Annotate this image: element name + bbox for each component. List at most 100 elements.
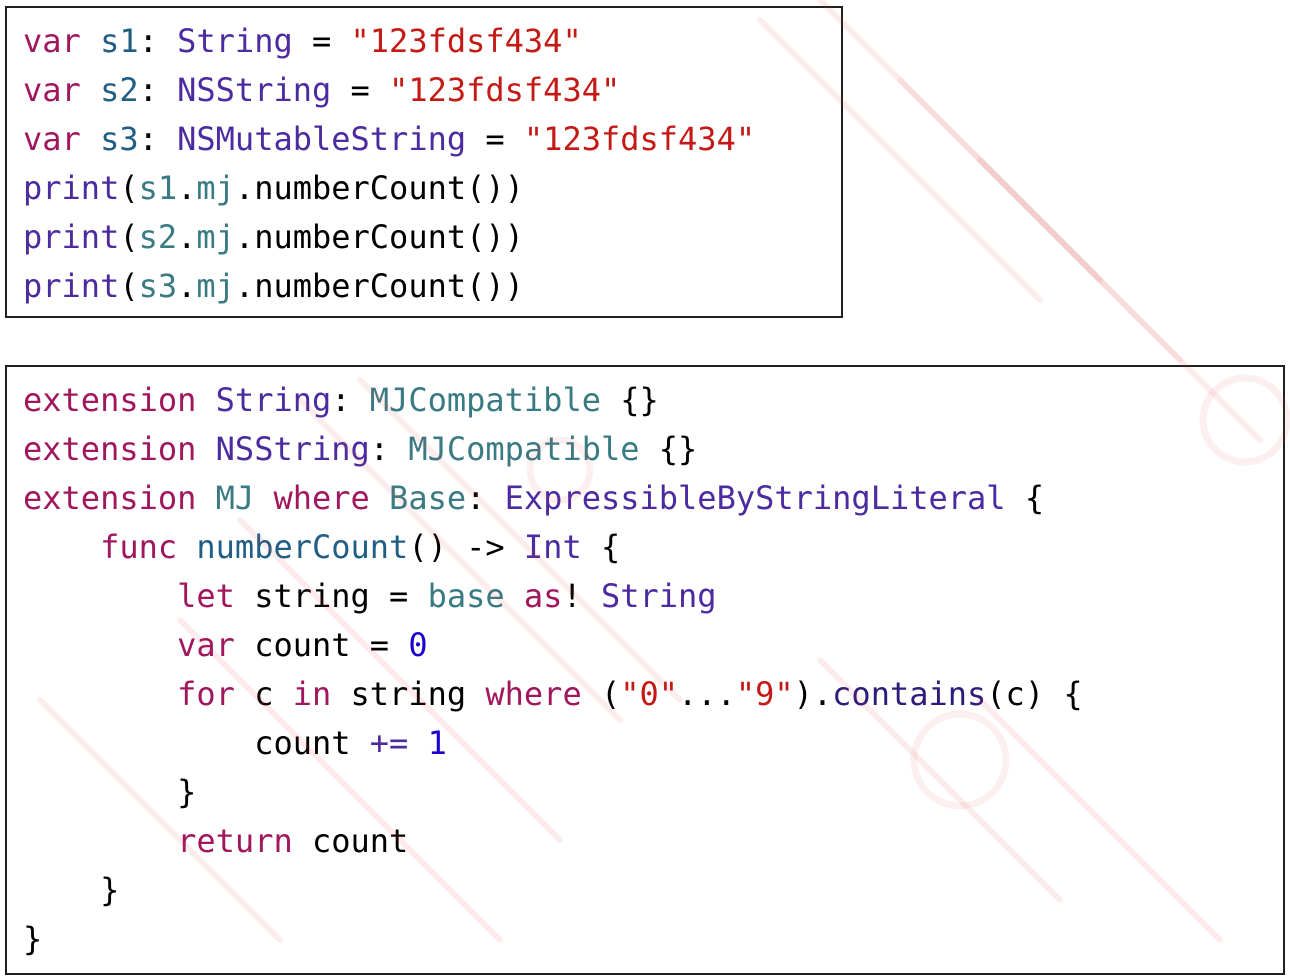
code-token: += xyxy=(369,724,409,762)
code-token: . xyxy=(177,169,197,207)
code-token: . xyxy=(177,267,197,305)
code-token: : xyxy=(331,381,370,419)
code-token: { xyxy=(581,528,621,566)
code-token: c xyxy=(234,675,293,713)
code-token: mj xyxy=(196,267,235,305)
code-token: : xyxy=(466,479,505,517)
code-token: String xyxy=(177,22,293,60)
code-line: count += 1 xyxy=(23,719,447,768)
code-token: ( xyxy=(119,218,139,256)
code-token: {} xyxy=(600,381,659,419)
code-token: . xyxy=(234,267,255,305)
code-token: print xyxy=(23,169,120,207)
code-token: count xyxy=(23,724,370,762)
code-snippet-extension: extension String: MJCompatible {} extensi… xyxy=(5,365,1285,975)
code-token: MJCompatible xyxy=(408,430,640,468)
code-token: } xyxy=(23,920,43,958)
code-token: numberCount xyxy=(254,218,467,256)
code-token: { xyxy=(1005,479,1045,517)
code-token: "123fdsf434" xyxy=(350,22,582,60)
code-token: numberCount xyxy=(254,169,467,207)
code-line: for c in string where ("0"..."9").contai… xyxy=(23,670,1082,719)
code-token: "0" xyxy=(620,675,679,713)
code-token: String xyxy=(600,577,717,615)
code-token: where xyxy=(273,479,370,517)
code-token: "9" xyxy=(735,675,794,713)
code-token: where xyxy=(485,675,582,713)
code-line: extension MJ where Base: ExpressibleBySt… xyxy=(23,474,1044,523)
code-token: return xyxy=(177,822,293,860)
code-token: ( xyxy=(119,169,139,207)
code-token: . xyxy=(177,218,197,256)
code-token: print xyxy=(23,267,120,305)
code-token: func xyxy=(100,528,178,566)
code-token: contains xyxy=(832,675,987,713)
code-line: var s1: String = "123fdsf434" xyxy=(23,17,582,66)
code-token: {} xyxy=(639,430,698,468)
code-token: numberCount xyxy=(254,267,467,305)
code-token: = xyxy=(466,120,524,158)
code-token: count xyxy=(292,822,409,860)
code-token: var xyxy=(23,71,81,109)
code-token: } xyxy=(23,773,197,811)
code-token: NSMutableString xyxy=(177,120,467,158)
code-token: () -> xyxy=(408,528,524,566)
code-token: s2 xyxy=(138,218,178,256)
code-token: base xyxy=(427,577,505,615)
code-token: string xyxy=(331,675,486,713)
code-token: "123fdsf434" xyxy=(523,120,756,158)
code-token: string = xyxy=(234,577,428,615)
code-token: ()) xyxy=(466,169,524,207)
code-token: : xyxy=(138,71,178,109)
code-token: var xyxy=(23,120,81,158)
code-token: 0 xyxy=(408,626,428,664)
code-token: ). xyxy=(793,675,833,713)
code-line: } xyxy=(23,768,196,817)
code-line: extension NSString: MJCompatible {} xyxy=(23,425,697,474)
code-token: : xyxy=(138,120,178,158)
code-token: . xyxy=(234,218,255,256)
code-line: var s2: NSString = "123fdsf434" xyxy=(23,66,620,115)
code-token: : xyxy=(138,22,178,60)
code-token: for xyxy=(177,675,235,713)
code-token: MJCompatible xyxy=(369,381,601,419)
code-token: ()) xyxy=(466,267,524,305)
code-token: NSString xyxy=(177,71,332,109)
code-token: ! xyxy=(562,577,601,615)
code-token: let xyxy=(177,577,235,615)
code-line: print(s3.mj.numberCount()) xyxy=(23,262,524,311)
code-token: extension xyxy=(23,479,197,517)
code-line: func numberCount() -> Int { xyxy=(23,523,620,572)
code-token: ... xyxy=(678,675,736,713)
code-token: 1 xyxy=(427,724,447,762)
code-token: String xyxy=(215,381,332,419)
code-token: MJ xyxy=(215,479,255,517)
code-line: var count = 0 xyxy=(23,621,428,670)
code-token: NSString xyxy=(215,430,370,468)
code-token: s2 xyxy=(100,71,139,109)
code-token: s1 xyxy=(138,169,178,207)
code-token: extension xyxy=(23,430,197,468)
code-token: var xyxy=(23,22,81,60)
code-token: print xyxy=(23,218,120,256)
code-token: } xyxy=(23,871,120,909)
code-line: let string = base as! String xyxy=(23,572,717,621)
code-token: as xyxy=(523,577,563,615)
code-token: = xyxy=(292,22,351,60)
code-token: . xyxy=(234,169,255,207)
code-line: return count xyxy=(23,817,408,866)
code-token: numberCount xyxy=(196,528,409,566)
code-token: Int xyxy=(523,528,582,566)
